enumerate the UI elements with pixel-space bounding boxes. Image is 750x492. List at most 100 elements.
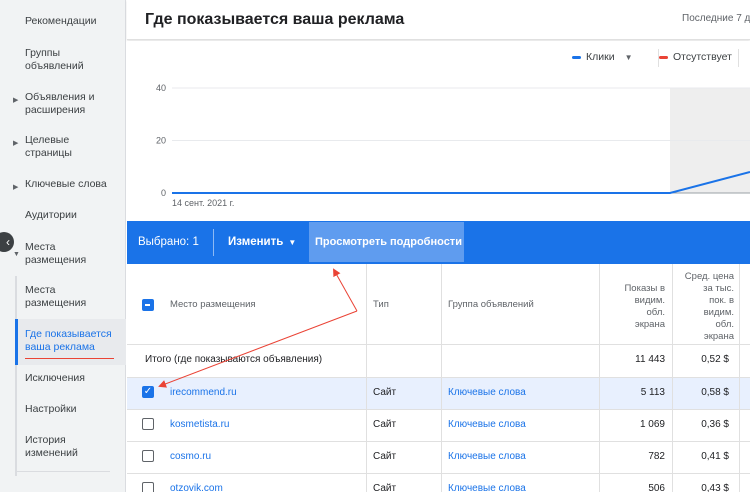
total-label: Итого (где показываются объявления) <box>145 354 323 365</box>
divider <box>15 471 110 472</box>
header-line: за тыс. <box>703 283 734 294</box>
sidebar: Рекомендации Группы объявлений ▶ Объявле… <box>0 0 126 492</box>
row-impressions: 1 069 <box>639 419 665 430</box>
caret-down-icon: ▼ <box>13 251 20 258</box>
header-line: экрана <box>634 319 665 330</box>
legend-label: Клики <box>586 51 615 63</box>
header-line: Показы в <box>624 283 665 294</box>
header-line: Сред. цена <box>684 271 734 282</box>
sidebar-item-label: Места размещения <box>25 284 87 309</box>
sidebar-item-label: Рекомендации <box>25 15 97 27</box>
row-cpm: 0,36 $ <box>701 419 729 430</box>
header-line: обл. <box>715 319 734 330</box>
row-checkbox[interactable] <box>142 418 154 430</box>
column-divider <box>599 264 600 492</box>
y-tick-label: 40 <box>156 83 166 93</box>
row-divider <box>127 473 750 474</box>
row-divider <box>127 377 750 378</box>
row-type: Сайт <box>373 451 397 462</box>
ad-group-link[interactable]: Ключевые слова <box>448 483 526 492</box>
header-line: видим. <box>634 295 665 306</box>
series-line-clicks <box>172 171 750 194</box>
sidebar-item-label: История изменений <box>25 434 78 459</box>
row-divider <box>127 409 750 410</box>
row-type: Сайт <box>373 419 397 430</box>
total-cpm: 0,52 $ <box>701 354 729 365</box>
ad-group-link[interactable]: Ключевые слова <box>448 387 526 398</box>
total-impressions: 11 443 <box>635 354 665 365</box>
sidebar-item-label: Группы объявлений <box>25 47 84 72</box>
column-divider <box>672 264 673 492</box>
row-checkbox[interactable] <box>142 482 154 492</box>
row-impressions: 782 <box>648 451 665 462</box>
placement-link[interactable]: otzovik.com <box>170 483 223 492</box>
row-checkbox[interactable]: ✓ <box>142 386 154 398</box>
divider <box>213 229 214 256</box>
row-type: Сайт <box>373 387 397 398</box>
column-header-type[interactable]: Тип <box>373 299 389 311</box>
select-all-checkbox[interactable] <box>142 299 154 311</box>
legend-swatch <box>572 55 581 59</box>
sidebar-item-label: Аудитории <box>25 209 77 221</box>
placement-link[interactable]: kosmetista.ru <box>170 419 229 430</box>
y-tick-label: 0 <box>161 188 166 198</box>
row-divider <box>127 344 750 345</box>
annotation-underline <box>25 358 114 359</box>
row-cpm: 0,41 $ <box>701 451 729 462</box>
placements-table: Место размещения Тип Группа объявлений П… <box>127 264 750 492</box>
column-header-impressions[interactable]: Показы в видим. обл. экрана <box>601 283 665 331</box>
legend-swatch <box>659 55 668 59</box>
header-line: пок. в <box>709 295 734 306</box>
placement-link[interactable]: cosmo.ru <box>170 451 211 462</box>
caret-right-icon: ▶ <box>13 184 19 191</box>
x-tick-label: 14 сент. 2021 г. <box>172 198 234 208</box>
sidebar-item-label: Ключевые слова <box>25 178 107 190</box>
column-divider <box>366 264 367 492</box>
row-cpm: 0,43 $ <box>701 483 729 492</box>
page-title: Где показывается ваша реклама <box>145 11 405 28</box>
column-header-placement[interactable]: Место размещения <box>170 299 256 311</box>
sidebar-item-label: Где показывается ваша реклама <box>25 328 112 353</box>
subnav-indicator <box>15 276 17 476</box>
row-divider <box>127 441 750 442</box>
page-header: Где показывается ваша реклама Последние … <box>127 0 750 40</box>
row-impressions: 506 <box>648 483 665 492</box>
selection-action-bar: Выбрано: 1 Изменить ▼ Просмотреть подробн… <box>127 221 750 264</box>
legend-clicks[interactable]: Клики ▼ <box>572 51 633 63</box>
legend-missing[interactable]: Отсутствует <box>659 51 732 63</box>
divider <box>738 49 739 67</box>
column-divider <box>441 264 442 492</box>
performance-chart: 0 20 40 14 сент. 2021 г. Клики ▼ Отсутствует <box>127 41 750 221</box>
header-line: экрана <box>703 331 734 342</box>
view-details-label: Просмотреть подробности <box>315 236 462 248</box>
dropdown-arrow-icon: ▼ <box>624 52 633 62</box>
row-checkbox[interactable] <box>142 450 154 462</box>
ad-group-link[interactable]: Ключевые слова <box>448 451 526 462</box>
sidebar-item-label: Объявления и расширения <box>25 91 95 116</box>
view-details-button[interactable]: Просмотреть подробности <box>309 222 464 262</box>
row-cpm: 0,58 $ <box>701 387 729 398</box>
edit-dropdown-button[interactable]: Изменить ▼ <box>228 236 296 248</box>
header-line: видим. <box>703 307 734 318</box>
column-divider <box>739 264 740 492</box>
column-header-cpm[interactable]: Сред. цена за тыс. пок. в видим. обл. эк… <box>674 271 734 343</box>
ad-group-link[interactable]: Ключевые слова <box>448 419 526 430</box>
chart-svg: 0 20 40 14 сент. 2021 г. <box>156 83 750 208</box>
row-impressions: 5 113 <box>640 387 665 398</box>
caret-right-icon: ▶ <box>13 140 19 147</box>
header-line: обл. <box>646 307 665 318</box>
row-type: Сайт <box>373 483 397 492</box>
sidebar-item-label: Исключения <box>25 372 85 384</box>
column-header-ad-group[interactable]: Группа объявлений <box>448 299 534 311</box>
date-range-selector[interactable]: Последние 7 дн <box>682 13 750 24</box>
dropdown-arrow-icon: ▼ <box>288 238 297 247</box>
caret-right-icon: ▶ <box>13 97 19 104</box>
sidebar-item-label: Целевые страницы <box>25 134 72 159</box>
selection-count: Выбрано: 1 <box>138 236 199 248</box>
placement-link[interactable]: irecommend.ru <box>170 387 237 398</box>
y-tick-label: 20 <box>156 136 166 146</box>
legend-label: Отсутствует <box>673 51 732 63</box>
sidebar-item-label: Места размещения <box>25 241 87 266</box>
edit-label: Изменить <box>228 236 284 248</box>
sidebar-item-label: Настройки <box>25 403 77 415</box>
